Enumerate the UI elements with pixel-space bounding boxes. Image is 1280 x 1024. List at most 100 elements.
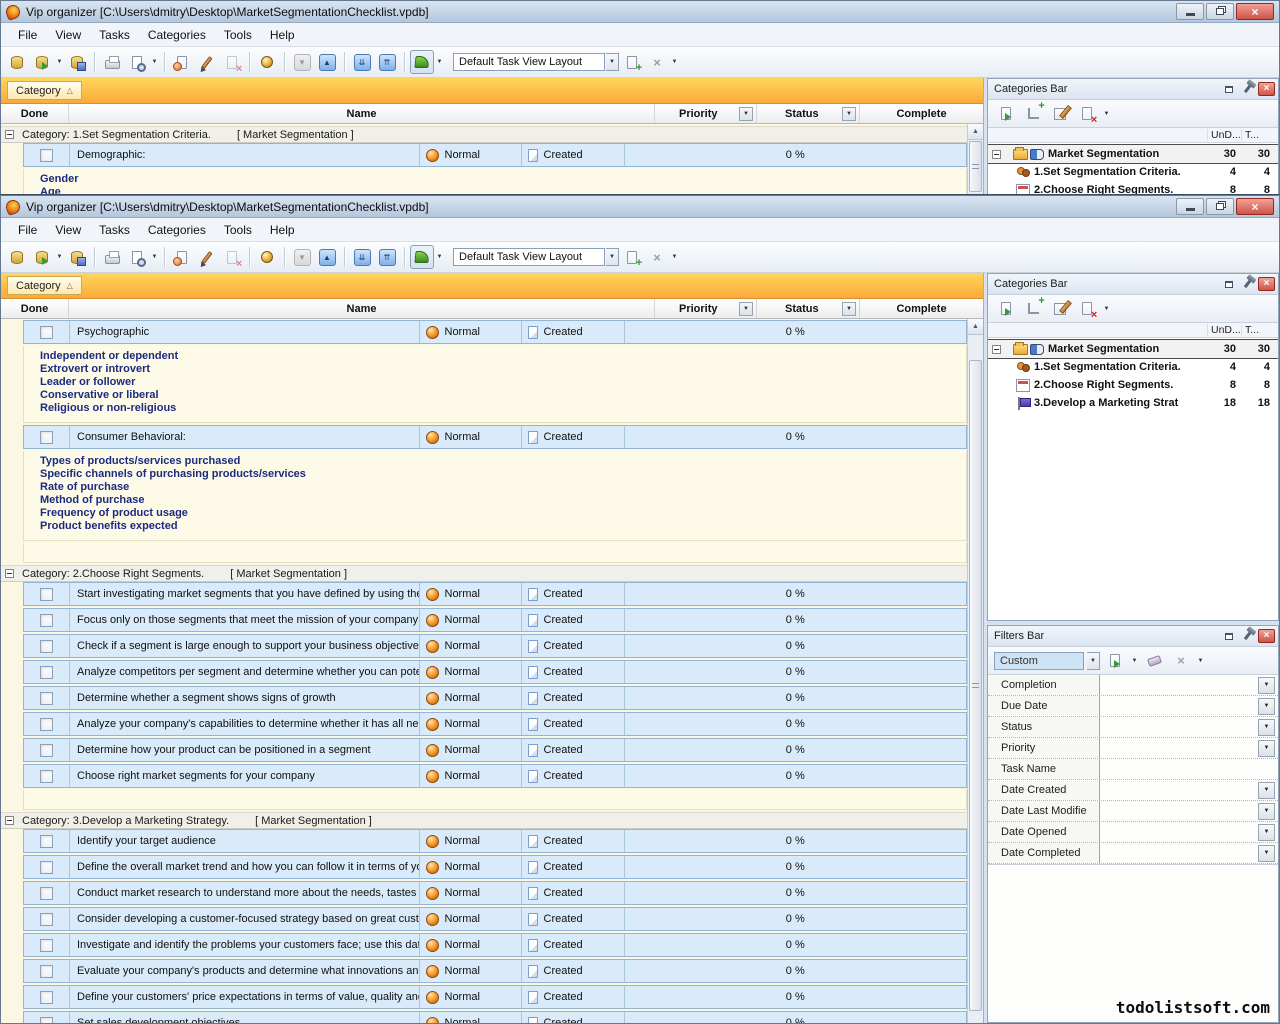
- filter-dropdown-button[interactable]: ▼: [1258, 740, 1275, 757]
- column-header-priority[interactable]: Priority▼: [655, 104, 757, 123]
- task-checkbox[interactable]: [40, 991, 53, 1004]
- layout-combo-dropdown[interactable]: ▼: [606, 53, 619, 71]
- save-database-button[interactable]: [65, 245, 89, 269]
- column-header-done[interactable]: Done: [1, 104, 69, 123]
- apply-filter-button[interactable]: [1103, 649, 1127, 673]
- task-row[interactable]: Determine whether a segment shows signs …: [23, 686, 967, 710]
- open-database-dropdown[interactable]: ▼: [55, 254, 64, 260]
- collapse-icon[interactable]: [992, 150, 1001, 159]
- panel-pin-button[interactable]: [1239, 277, 1256, 291]
- layout-combo[interactable]: Default Task View Layout: [453, 53, 605, 71]
- collapse-icon[interactable]: [5, 816, 14, 825]
- restore-button[interactable]: [1206, 198, 1234, 215]
- panel-restore-button[interactable]: [1220, 277, 1237, 291]
- group-by-category-button[interactable]: Category △: [7, 276, 82, 295]
- filter-value[interactable]: [1100, 822, 1258, 842]
- panel-restore-button[interactable]: [1220, 629, 1237, 643]
- move-to-bottom-button[interactable]: ⇊: [350, 245, 374, 269]
- delete-task-button[interactable]: [220, 50, 244, 74]
- new-database-button[interactable]: [5, 50, 29, 74]
- category-group-row[interactable]: Category: 1.Set Segmentation Criteria.[ …: [1, 126, 967, 143]
- open-database-button[interactable]: [30, 50, 54, 74]
- column-total[interactable]: T...: [1241, 324, 1275, 336]
- new-category-button[interactable]: [994, 102, 1018, 126]
- task-checkbox[interactable]: [40, 692, 53, 705]
- category-group-row[interactable]: Category: 3.Develop a Marketing Strategy…: [1, 812, 967, 829]
- edit-task-button[interactable]: [195, 50, 219, 74]
- task-row[interactable]: Set sales development objectivesNormalCr…: [23, 1011, 967, 1023]
- save-database-button[interactable]: [65, 50, 89, 74]
- panel-close-button[interactable]: ×: [1258, 629, 1275, 643]
- new-task-button[interactable]: [170, 50, 194, 74]
- menu-file[interactable]: File: [9, 25, 46, 45]
- filter-preset-dropdown[interactable]: ▼: [1087, 652, 1100, 670]
- panel-close-button[interactable]: ×: [1258, 277, 1275, 291]
- layout-toolbar-dropdown[interactable]: ▼: [670, 254, 679, 260]
- complete-task-button[interactable]: [255, 245, 279, 269]
- column-header-complete[interactable]: Complete: [860, 104, 983, 123]
- close-button[interactable]: ×: [1236, 3, 1274, 20]
- filter-value[interactable]: [1100, 780, 1258, 800]
- notifications-dropdown[interactable]: ▼: [435, 254, 444, 260]
- task-row[interactable]: Consumer Behavioral:NormalCreated0 %: [23, 425, 967, 449]
- restore-button[interactable]: [1206, 3, 1234, 20]
- scroll-up-button[interactable]: ▲: [968, 319, 983, 335]
- column-undone[interactable]: UnD...: [1207, 129, 1241, 141]
- print-button[interactable]: [100, 50, 124, 74]
- filter-value[interactable]: [1100, 801, 1258, 821]
- group-by-category-button[interactable]: Category △: [7, 81, 82, 100]
- move-to-top-button[interactable]: ⇈: [375, 50, 399, 74]
- collapse-icon[interactable]: [5, 569, 14, 578]
- delete-category-button[interactable]: [1075, 297, 1099, 321]
- task-checkbox[interactable]: [40, 1017, 53, 1024]
- task-row[interactable]: Analyze your company's capabilities to d…: [23, 712, 967, 736]
- new-category-button[interactable]: [994, 297, 1018, 321]
- filter-value[interactable]: [1100, 696, 1258, 716]
- menu-file[interactable]: File: [9, 220, 46, 240]
- delete-filter-button[interactable]: ×: [1169, 649, 1193, 673]
- layout-toolbar-dropdown[interactable]: ▼: [670, 59, 679, 65]
- task-checkbox[interactable]: [40, 861, 53, 874]
- panel-pin-button[interactable]: [1239, 82, 1256, 96]
- column-header-name[interactable]: Name: [69, 299, 655, 318]
- scrollbar-thumb[interactable]: [969, 360, 982, 1011]
- task-row[interactable]: PsychographicNormalCreated0 %: [23, 320, 967, 344]
- filter-dropdown-button[interactable]: ▼: [1258, 677, 1275, 694]
- new-database-button[interactable]: [5, 245, 29, 269]
- tree-row[interactable]: 3.Develop a Marketing Strat1818: [988, 394, 1278, 412]
- task-checkbox[interactable]: [40, 614, 53, 627]
- close-button[interactable]: ×: [1236, 198, 1274, 215]
- menu-tasks[interactable]: Tasks: [90, 25, 139, 45]
- task-checkbox[interactable]: [40, 770, 53, 783]
- task-row[interactable]: Start investigating market segments that…: [23, 582, 967, 606]
- move-up-button[interactable]: ▲: [315, 245, 339, 269]
- filter-dropdown-button[interactable]: ▼: [1258, 782, 1275, 799]
- move-to-bottom-button[interactable]: ⇊: [350, 50, 374, 74]
- filter-dropdown-button[interactable]: ▼: [1258, 719, 1275, 736]
- filter-dropdown-button[interactable]: ▼: [1258, 845, 1275, 862]
- filter-dropdown-button[interactable]: ▼: [1258, 698, 1275, 715]
- notifications-dropdown[interactable]: ▼: [435, 59, 444, 65]
- new-subcategory-button[interactable]: [1021, 297, 1045, 321]
- scrollbar-thumb[interactable]: [969, 141, 982, 192]
- task-checkbox[interactable]: [40, 718, 53, 731]
- clear-filter-button[interactable]: [1142, 649, 1166, 673]
- status-filter-button[interactable]: ▼: [842, 302, 856, 316]
- scroll-up-button[interactable]: ▲: [968, 124, 983, 140]
- save-layout-button[interactable]: [620, 245, 644, 269]
- delete-task-button[interactable]: [220, 245, 244, 269]
- move-down-button[interactable]: ▼: [290, 50, 314, 74]
- filter-value[interactable]: [1100, 717, 1258, 737]
- task-checkbox[interactable]: [40, 965, 53, 978]
- filters-toolbar-dropdown[interactable]: ▼: [1196, 658, 1205, 664]
- edit-task-button[interactable]: [195, 245, 219, 269]
- minimize-button[interactable]: [1176, 198, 1204, 215]
- tree-row[interactable]: 2.Choose Right Segments.88: [988, 376, 1278, 394]
- column-header-priority[interactable]: Priority▼: [655, 299, 757, 318]
- open-database-dropdown[interactable]: ▼: [55, 59, 64, 65]
- menu-categories[interactable]: Categories: [139, 220, 215, 240]
- category-group-row[interactable]: Category: 2.Choose Right Segments.[ Mark…: [1, 565, 967, 582]
- task-row[interactable]: Choose right market segments for your co…: [23, 764, 967, 788]
- task-row[interactable]: Define the overall market trend and how …: [23, 855, 967, 879]
- menu-tasks[interactable]: Tasks: [90, 220, 139, 240]
